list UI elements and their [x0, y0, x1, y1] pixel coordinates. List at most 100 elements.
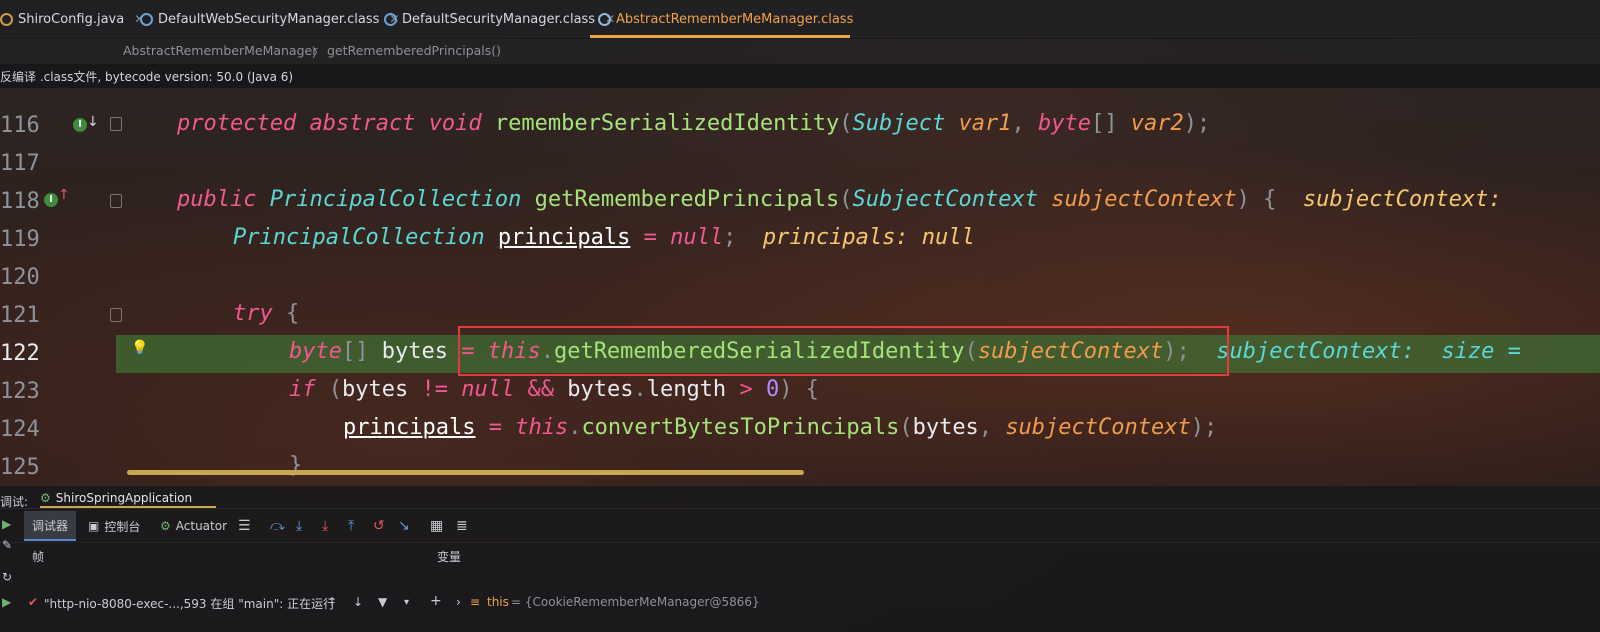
- code-line-118: public PrincipalCollection getRemembered…: [177, 187, 1502, 212]
- breadcrumb: AbstractRememberMeManager 〉 getRemembere…: [0, 38, 1600, 64]
- variables-header: 变量: [437, 550, 462, 564]
- java-file-icon: [0, 12, 13, 26]
- operator: =: [488, 415, 502, 440]
- chevron-right-icon[interactable]: ›: [456, 595, 461, 609]
- tab-defaultsecuritymanager[interactable]: DefaultSecurityManager.class ✕: [384, 0, 615, 38]
- settings-layout-icon[interactable]: ≣: [456, 518, 468, 534]
- tab-defaultwebsecuritymanager[interactable]: DefaultWebSecurityManager.class ✕: [140, 0, 399, 38]
- type-name: PrincipalCollection: [269, 187, 522, 212]
- line-number: 123: [0, 379, 40, 404]
- horizontal-scrollbar[interactable]: [127, 470, 804, 475]
- fold-icon[interactable]: [110, 117, 122, 131]
- checkmark-icon: ✔: [28, 595, 39, 609]
- punctuation: (: [328, 377, 342, 402]
- variable: bytes: [381, 339, 448, 364]
- debug-thread-row: ▶ ✔ "http-nio-8080-exec-...,593 在组 "main…: [0, 590, 1600, 614]
- arrow-down-icon[interactable]: ↓: [87, 114, 99, 130]
- class-file-icon: [140, 12, 153, 26]
- implementing-icon[interactable]: I: [44, 193, 58, 207]
- resume-icon[interactable]: ▶: [2, 595, 11, 609]
- spring-boot-icon: ⚙: [40, 491, 51, 505]
- punctuation: );: [1183, 111, 1211, 136]
- rerun-icon[interactable]: ↻: [2, 570, 12, 584]
- tab-debugger[interactable]: 调试器: [24, 511, 77, 541]
- punctuation: (: [839, 187, 853, 212]
- step-out-icon[interactable]: ⤒: [348, 518, 354, 534]
- variable-value: = {CookieRememberMeManager@5866}: [511, 595, 760, 609]
- variable-name[interactable]: this: [487, 595, 509, 609]
- drop-frame-icon[interactable]: ↺: [373, 518, 385, 534]
- tab-label: DefaultWebSecurityManager.class: [158, 11, 380, 27]
- keyword: public: [177, 187, 257, 212]
- debug-headers: 帧 变量: [0, 542, 1600, 565]
- variable: bytes: [567, 377, 634, 402]
- type-name: PrincipalCollection: [233, 225, 485, 250]
- variable: length: [646, 377, 727, 402]
- arrow-up-icon[interactable]: ↑: [327, 595, 337, 609]
- variable: principals: [497, 225, 631, 250]
- arrow-down-icon[interactable]: ↓: [353, 595, 363, 609]
- filter-icon[interactable]: ▼: [378, 595, 387, 609]
- punctuation: []: [1090, 111, 1118, 136]
- implemented-icon[interactable]: I: [73, 118, 87, 132]
- type-name: SubjectContext: [852, 187, 1038, 212]
- breadcrumb-class[interactable]: AbstractRememberMeManager: [123, 43, 317, 58]
- operator: >: [739, 377, 753, 402]
- keyword: null: [461, 377, 515, 402]
- breadcrumb-separator: 〉: [312, 45, 325, 60]
- run-to-cursor-icon[interactable]: ↘: [398, 518, 410, 534]
- parameter: subjectContext: [1005, 415, 1191, 440]
- breadcrumb-method[interactable]: getRememberedPrincipals(): [327, 43, 501, 58]
- resume-icon[interactable]: ▶: [2, 517, 11, 531]
- debug-session-label: ShiroSpringApplication: [55, 491, 193, 505]
- line-number: 116: [0, 113, 40, 138]
- keyword: void: [428, 111, 482, 136]
- editor-tab-bar: ShiroConfig.java ✕ DefaultWebSecurityMan…: [0, 0, 1600, 39]
- lightbulb-icon[interactable]: 💡: [131, 340, 148, 356]
- tab-console[interactable]: ▣ 控制台: [88, 516, 140, 536]
- tab-label: ShiroConfig.java: [18, 11, 125, 27]
- evaluate-expression-icon[interactable]: ▦: [430, 518, 443, 534]
- chevron-down-icon[interactable]: ▾: [404, 597, 409, 608]
- force-step-into-icon[interactable]: ⤓: [322, 518, 328, 534]
- code-editor[interactable]: I ↓ I ↑ 💡 116 117 118 119 120 121 122 12…: [0, 88, 1600, 486]
- layout-icon[interactable]: ☰: [238, 518, 251, 534]
- line-number: 120: [0, 265, 40, 290]
- variable: bytes: [912, 415, 979, 440]
- actuator-icon: ⚙: [160, 519, 171, 533]
- line-number: 117: [0, 151, 40, 176]
- inline-debug-value: principals: null: [762, 225, 975, 250]
- variable: principals: [343, 415, 476, 440]
- tab-abstractremembermemanager[interactable]: AbstractRememberMeManager.class: [598, 0, 853, 38]
- parameter: var2: [1130, 111, 1184, 136]
- keyword: abstract: [309, 111, 416, 136]
- tab-actuator[interactable]: ⚙ Actuator: [160, 516, 227, 536]
- step-over-icon[interactable]: ⤼: [270, 518, 285, 534]
- punctuation: .: [568, 415, 582, 440]
- frames-header: 帧: [32, 550, 45, 564]
- line-number: 118: [0, 189, 40, 214]
- tab-label: Actuator: [175, 519, 228, 533]
- punctuation: ) {: [1236, 187, 1277, 212]
- tab-label: AbstractRememberMeManager.class: [616, 11, 854, 27]
- keyword: if: [289, 377, 316, 402]
- step-into-icon[interactable]: ⤓: [296, 518, 302, 534]
- arrow-up-icon[interactable]: ↑: [58, 187, 70, 203]
- add-icon[interactable]: +: [430, 593, 442, 609]
- tab-label: 控制台: [104, 519, 141, 534]
- fold-icon[interactable]: [110, 194, 122, 208]
- code-line-121: try {: [233, 301, 299, 326]
- tab-shiroconfig[interactable]: ShiroConfig.java ✕: [0, 0, 144, 38]
- debug-panel: 调试: ⚙ ShiroSpringApplication ▶ 调试器 ▣ 控制台…: [0, 486, 1600, 632]
- object-icon: ≡: [470, 595, 481, 609]
- variable: bytes: [342, 377, 409, 402]
- punctuation: (: [899, 415, 913, 440]
- line-number: 119: [0, 227, 40, 252]
- thread-selector[interactable]: "http-nio-8080-exec-...,593 在组 "main": 正…: [44, 595, 335, 612]
- keyword: byte: [289, 339, 342, 364]
- line-number: 122: [0, 341, 40, 366]
- fold-icon[interactable]: [110, 308, 122, 322]
- keyword: null: [670, 225, 724, 250]
- method-name: rememberSerializedIdentity: [494, 111, 840, 136]
- code-line-124: principals = this.convertBytesToPrincipa…: [343, 415, 1217, 440]
